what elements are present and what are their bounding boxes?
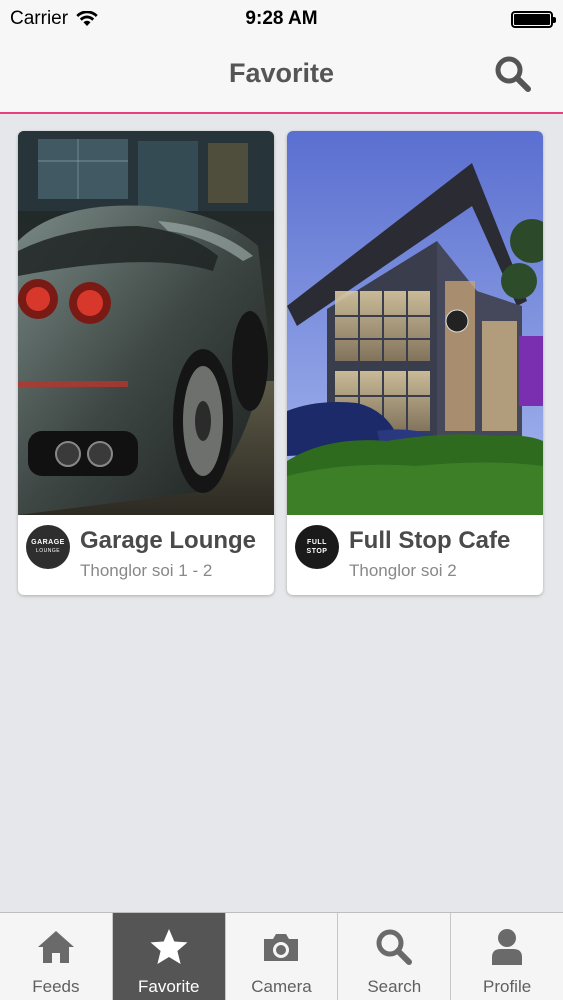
venue-logo: FULL STOP <box>295 525 339 569</box>
camera-icon <box>264 934 299 961</box>
status-bar: Carrier 9:28 AM <box>0 0 563 38</box>
cafe-building-photo <box>287 131 543 515</box>
tab-label: Search <box>367 977 422 996</box>
favorite-card[interactable]: FULL STOP Full Stop Cafe Thonglor soi 2 <box>287 131 543 595</box>
nav-bar: Favorite <box>0 38 563 114</box>
venue-name: Garage Lounge <box>80 527 257 554</box>
tab-search[interactable]: Search <box>338 913 452 1000</box>
star-icon <box>150 929 188 964</box>
tab-label: Profile <box>482 977 532 996</box>
home-icon <box>37 931 74 963</box>
search-icon <box>376 929 413 965</box>
carrier-label: Carrier <box>10 8 69 29</box>
tab-label: Feeds <box>32 977 80 996</box>
battery-icon <box>511 10 556 28</box>
tab-favorite[interactable]: Favorite <box>112 913 226 1000</box>
favorite-card[interactable]: GARAGE LOUNGE Garage Lounge Thonglor soi… <box>18 131 274 595</box>
card-info: GARAGE LOUNGE Garage Lounge Thonglor soi… <box>18 515 274 595</box>
search-icon[interactable] <box>493 54 533 94</box>
venue-name: Full Stop Cafe <box>349 527 511 554</box>
tab-label: Camera <box>251 977 312 996</box>
tab-bar: Feeds Favorite Camera Search Profile <box>0 912 563 1000</box>
tab-feeds[interactable]: Feeds <box>0 913 113 1000</box>
tab-camera[interactable]: Camera <box>226 913 339 1000</box>
sports-car-photo <box>18 131 274 515</box>
status-left: Carrier <box>10 8 98 30</box>
venue-location: Thonglor soi 1 - 2 <box>80 561 213 580</box>
card-info: FULL STOP Full Stop Cafe Thonglor soi 2 <box>287 515 543 595</box>
person-icon <box>492 929 523 965</box>
tab-label: Favorite <box>137 977 200 996</box>
wifi-icon <box>76 11 98 26</box>
page-title: Favorite <box>228 58 335 88</box>
venue-location: Thonglor soi 2 <box>349 561 457 580</box>
venue-logo: GARAGE LOUNGE <box>26 525 70 569</box>
tab-profile[interactable]: Profile <box>451 913 563 1000</box>
